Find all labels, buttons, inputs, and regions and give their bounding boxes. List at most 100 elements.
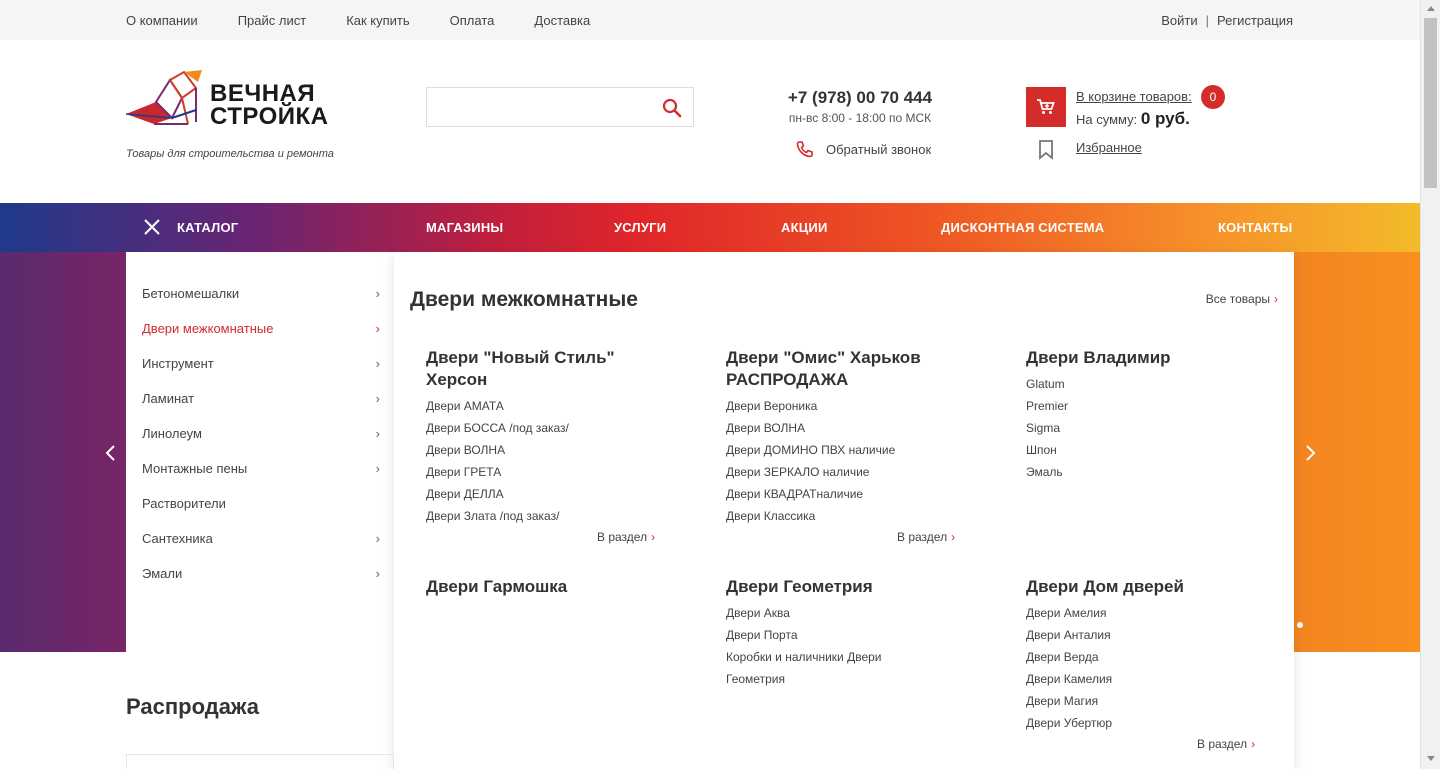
subcategory-link[interactable]: Двери ДОМИНО ПВХ наличие xyxy=(726,439,966,461)
catalog-item-linoleum[interactable]: Линолеум › xyxy=(142,426,380,441)
slider-prev-icon[interactable] xyxy=(104,444,118,462)
scroll-up-icon[interactable] xyxy=(1427,6,1435,11)
section-link-label: В раздел xyxy=(597,530,648,544)
callback-link[interactable]: Обратный звонок xyxy=(796,140,931,158)
subcategory-link[interactable]: Двери Аква xyxy=(726,602,966,624)
subcategory-link[interactable]: Двери Злата /под заказ/ xyxy=(426,505,666,527)
top-link-price[interactable]: Прайс лист xyxy=(238,13,306,28)
cart-sum: На сумму: 0 руб. xyxy=(1076,109,1192,129)
catalog-item-enamels[interactable]: Эмали › xyxy=(142,566,380,581)
chevron-right-icon: › xyxy=(375,356,380,371)
register-link[interactable]: Регистрация xyxy=(1217,13,1293,28)
subcategory-link[interactable]: Двери КВАДРАТналичие xyxy=(726,483,966,505)
nav-contacts[interactable]: КОНТАКТЫ xyxy=(1218,220,1292,235)
catalog-item-label: Бетономешалки xyxy=(142,286,240,301)
catalog-item-interior-doors[interactable]: Двери межкомнатные › xyxy=(142,321,380,336)
subcategory-link[interactable]: Двери ВОЛНА xyxy=(426,439,666,461)
nav-discount[interactable]: ДИСКОНТНАЯ СИСТЕМА xyxy=(941,220,1104,235)
subcategory-link[interactable]: Двери Убертюр xyxy=(1026,712,1266,734)
auth-divider: | xyxy=(1205,13,1209,28)
logo[interactable]: ВЕЧНАЯ СТРОЙКА Товары для строительства … xyxy=(126,70,336,160)
close-icon xyxy=(144,219,160,235)
nav-stores[interactable]: МАГАЗИНЫ xyxy=(426,220,503,235)
chevron-right-icon: › xyxy=(951,530,956,544)
section-link-omis[interactable]: В раздел › xyxy=(897,530,955,544)
subcategory-link[interactable]: Двери Амелия xyxy=(1026,602,1266,624)
cart-button[interactable] xyxy=(1026,87,1066,127)
favorites-link[interactable]: Избранное xyxy=(1076,140,1142,155)
section-title[interactable]: Двери "Новый Стиль" Херсон xyxy=(426,348,615,389)
catalog-item-label: Двери межкомнатные xyxy=(142,321,274,336)
callback-label: Обратный звонок xyxy=(826,141,932,157)
top-bar: О компании Прайс лист Как купить Оплата … xyxy=(0,0,1420,40)
slider-dot[interactable] xyxy=(1297,622,1303,628)
phone-number[interactable]: +7 (978) 00 70 444 xyxy=(760,88,960,108)
catalog-item-foam[interactable]: Монтажные пены › xyxy=(142,461,380,476)
subcategory-link[interactable]: Коробки и наличники Двери xyxy=(726,646,966,668)
sale-product-card[interactable] xyxy=(126,754,394,769)
subcategory-link[interactable]: Геометрия xyxy=(726,668,966,690)
top-link-how-to-buy[interactable]: Как купить xyxy=(346,13,409,28)
subcategory-link[interactable]: Двери ВОЛНА xyxy=(726,417,966,439)
cart-sum-value: 0 руб. xyxy=(1140,109,1190,128)
top-link-delivery[interactable]: Доставка xyxy=(534,13,590,28)
nav-services[interactable]: УСЛУГИ xyxy=(614,220,666,235)
subcategory-link[interactable]: Двери Вероника xyxy=(726,395,966,417)
section-title[interactable]: Двери Владимир xyxy=(1026,348,1171,367)
subcategory-link[interactable]: Двери АМАТА xyxy=(426,395,666,417)
catalog-item-solvents[interactable]: Растворители xyxy=(142,496,380,511)
section-link-dom-dverey[interactable]: В раздел › xyxy=(1197,737,1255,751)
scrollbar-thumb[interactable] xyxy=(1424,18,1437,188)
catalog-item-label: Растворители xyxy=(142,496,226,511)
subcategory-link[interactable]: Двери ДЕЛЛА xyxy=(426,483,666,505)
chevron-right-icon: › xyxy=(651,530,656,544)
logo-wordmark: ВЕЧНАЯ СТРОЙКА xyxy=(210,82,328,129)
section-title[interactable]: Двери "Омис" Харьков РАСПРОДАЖА xyxy=(726,348,921,389)
subcategory-link[interactable]: Premier xyxy=(1026,395,1266,417)
catalog-item-plumbing[interactable]: Сантехника › xyxy=(142,531,380,546)
catalog-toggle[interactable]: КАТАЛОГ xyxy=(140,215,238,239)
subcategory-link[interactable]: Glatum xyxy=(1026,373,1266,395)
catalog-item-concrete-mixers[interactable]: Бетономешалки › xyxy=(142,286,380,301)
subcategory-link[interactable]: Шпон xyxy=(1026,439,1266,461)
search-button[interactable] xyxy=(661,97,683,119)
subcategory-link[interactable]: Эмаль xyxy=(1026,461,1266,483)
subcategory-link[interactable]: Двери Порта xyxy=(726,624,966,646)
phone-block: +7 (978) 00 70 444 пн-вс 8:00 - 18:00 по… xyxy=(760,88,960,125)
chevron-right-icon: › xyxy=(1251,737,1256,751)
cart-summary: В корзине товаров: На сумму: 0 руб. xyxy=(1076,89,1192,129)
top-link-about[interactable]: О компании xyxy=(126,13,198,28)
login-link[interactable]: Войти xyxy=(1161,13,1197,28)
top-link-payment[interactable]: Оплата xyxy=(450,13,495,28)
chevron-right-icon: › xyxy=(375,286,380,301)
subcategory-link[interactable]: Двери Камелия xyxy=(1026,668,1266,690)
cart-link[interactable]: В корзине товаров: xyxy=(1076,89,1192,104)
subcategory-link[interactable]: Двери Анталия xyxy=(1026,624,1266,646)
page-scrollbar[interactable] xyxy=(1420,0,1440,769)
phone-icon xyxy=(796,141,813,158)
bookmark-icon[interactable] xyxy=(1038,140,1054,160)
section-title[interactable]: Двери Геометрия xyxy=(726,577,873,596)
working-hours: пн-вс 8:00 - 18:00 по МСК xyxy=(788,111,932,125)
subcategory-link[interactable]: Sigma xyxy=(1026,417,1266,439)
subcategory-link[interactable]: Двери БОССА /под заказ/ xyxy=(426,417,666,439)
subcategory-link[interactable]: Двери Магия xyxy=(1026,690,1266,712)
nav-promotions[interactable]: АКЦИИ xyxy=(781,220,828,235)
section-link-novy-stil[interactable]: В раздел › xyxy=(597,530,655,544)
all-products-link[interactable]: Все товары › xyxy=(1206,292,1278,306)
section-dom-dverey: Двери Дом дверей Двери Амелия Двери Анта… xyxy=(1026,576,1266,734)
scroll-down-icon[interactable] xyxy=(1427,756,1435,761)
catalog-item-laminate[interactable]: Ламинат › xyxy=(142,391,380,406)
section-novy-stil: Двери "Новый Стиль" Херсон Двери АМАТА Д… xyxy=(426,347,666,527)
subcategory-link[interactable]: Двери ГРЕТА xyxy=(426,461,666,483)
slider-next-icon[interactable] xyxy=(1303,444,1317,462)
search-box xyxy=(426,87,694,127)
subcategory-link[interactable]: Двери Верда xyxy=(1026,646,1266,668)
section-title[interactable]: Двери Гармошка xyxy=(426,577,567,596)
subcategory-link[interactable]: Двери Классика xyxy=(726,505,966,527)
subcategory-link[interactable]: Двери ЗЕРКАЛО наличие xyxy=(726,461,966,483)
chevron-right-icon: › xyxy=(1274,292,1278,306)
section-title[interactable]: Двери Дом дверей xyxy=(1026,577,1184,596)
search-input[interactable] xyxy=(427,88,657,126)
catalog-item-tools[interactable]: Инструмент › xyxy=(142,356,380,371)
